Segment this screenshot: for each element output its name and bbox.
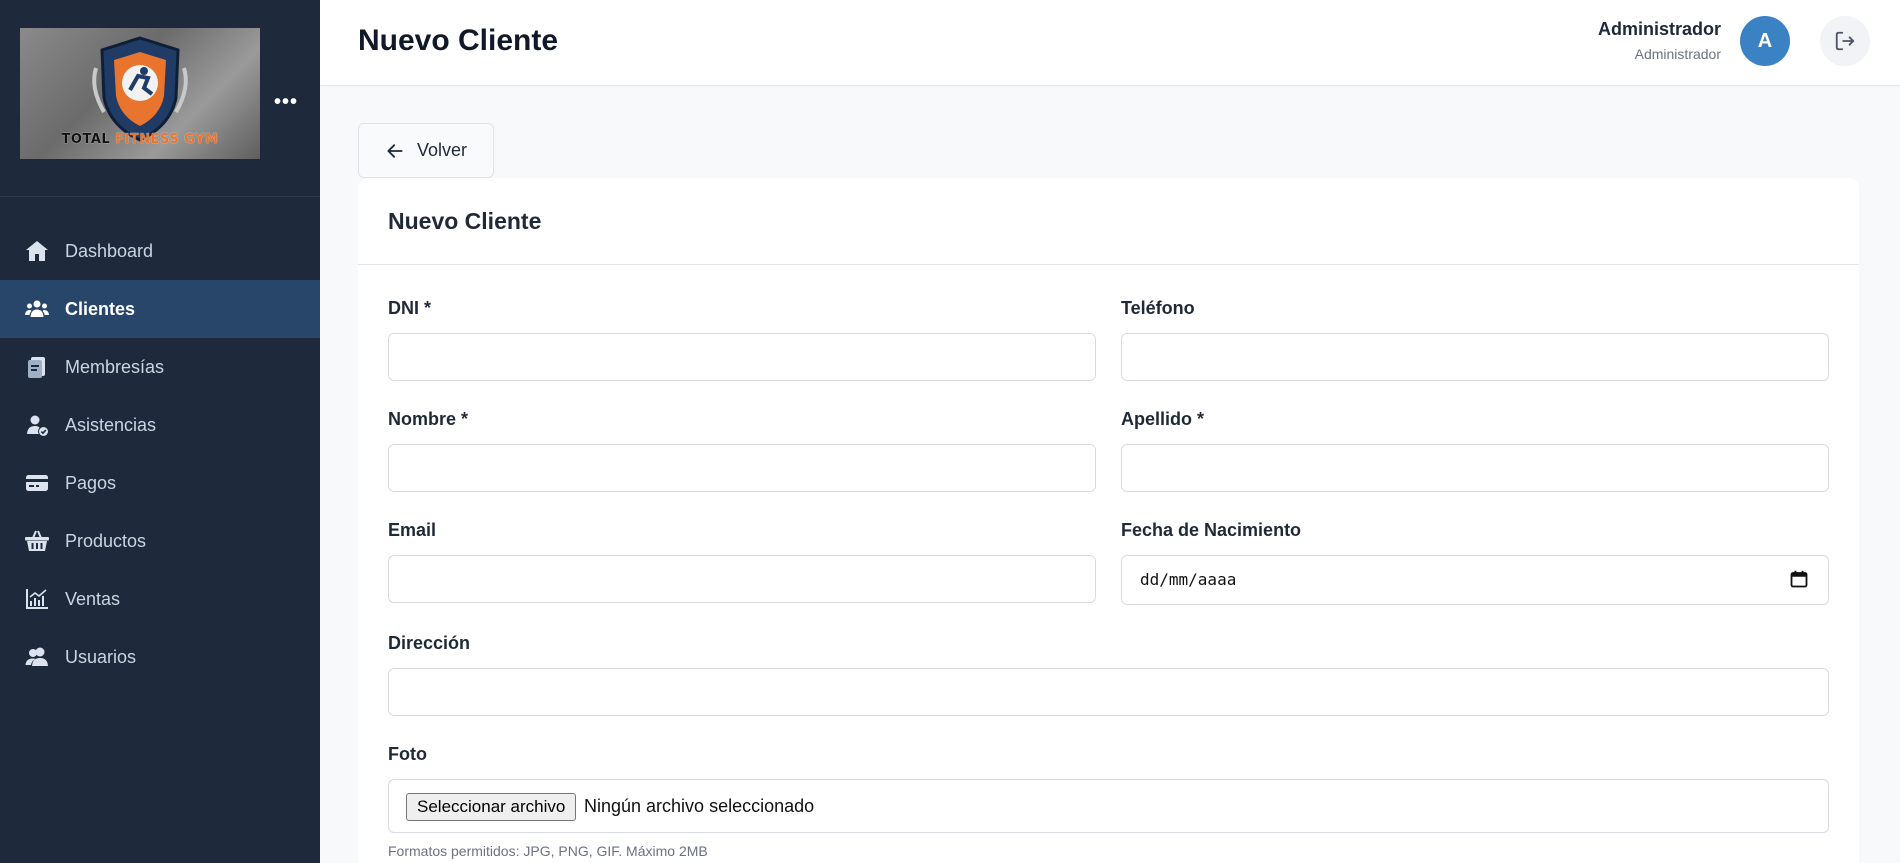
more-options-icon[interactable]: •••: [274, 92, 297, 112]
form-title: Nuevo Cliente: [388, 207, 542, 234]
logout-button[interactable]: [1820, 16, 1870, 66]
calendar-icon[interactable]: [1790, 570, 1808, 588]
card-header: Nuevo Cliente: [358, 178, 1859, 265]
dni-label: DNI *: [388, 298, 432, 318]
foto-file-input[interactable]: Seleccionar archivo Ningún archivo selec…: [388, 779, 1829, 833]
fecha-nacimiento-input[interactable]: dd/mm/aaaa: [1121, 555, 1829, 605]
sidebar-item-label: Asistencias: [65, 414, 157, 435]
logo-text: TOTAL FITNESS GYM: [61, 132, 219, 147]
direccion-input[interactable]: [388, 668, 1829, 716]
top-header: Nuevo Cliente Administrador Administrado…: [320, 0, 1900, 86]
sidebar-item-membresias[interactable]: Membresías: [0, 338, 320, 396]
avatar[interactable]: A: [1740, 16, 1790, 66]
sidebar-item-label: Membresías: [65, 356, 165, 377]
sidebar-item-clientes[interactable]: Clientes: [0, 280, 320, 338]
user-name: Administrador: [1597, 19, 1721, 39]
date-placeholder: dd/mm/aaaa: [1140, 570, 1237, 589]
sidebar-item-pagos[interactable]: Pagos: [0, 454, 320, 512]
sidebar-item-dashboard[interactable]: Dashboard: [0, 222, 320, 280]
sidebar-item-productos[interactable]: Productos: [0, 512, 320, 570]
credit-card-icon: [24, 470, 50, 496]
sidebar-item-ventas[interactable]: Ventas: [0, 570, 320, 628]
user-info: Administrador Administrador: [1598, 19, 1721, 62]
arrow-left-icon: [387, 143, 403, 158]
logo-area: TOTAL FITNESS GYM •••: [0, 0, 320, 197]
logout-icon: [1835, 31, 1855, 51]
user-role: Administrador: [1634, 46, 1721, 62]
sidebar-item-label: Clientes: [65, 298, 136, 319]
foto-help-text: Formatos permitidos: JPG, PNG, GIF. Máxi…: [388, 843, 708, 859]
nombre-label: Nombre *: [388, 409, 469, 429]
sidebar-item-label: Usuarios: [65, 646, 137, 667]
back-button[interactable]: Volver: [358, 123, 494, 178]
sidebar-item-label: Pagos: [65, 472, 117, 493]
dni-input[interactable]: [388, 333, 1096, 381]
email-input[interactable]: [388, 555, 1096, 603]
nombre-input[interactable]: [388, 444, 1096, 492]
users-icon: [24, 296, 50, 322]
home-icon: [24, 238, 50, 264]
telefono-label: Teléfono: [1121, 298, 1195, 318]
file-status-text: Ningún archivo seleccionado: [584, 796, 815, 816]
sidebar-item-label: Ventas: [65, 588, 121, 609]
fecha-nacimiento-label: Fecha de Nacimiento: [1121, 520, 1302, 540]
gym-logo: TOTAL FITNESS GYM: [20, 28, 260, 159]
select-file-button[interactable]: Seleccionar archivo: [406, 793, 577, 821]
sidebar-item-label: Productos: [65, 530, 147, 551]
chart-line-icon: [24, 586, 50, 612]
basket-icon: [24, 528, 50, 554]
back-button-label: Volver: [416, 140, 468, 160]
sidebar: TOTAL FITNESS GYM ••• Dashboard Clientes…: [0, 0, 320, 863]
page-title: Nuevo Cliente: [358, 24, 559, 57]
direccion-label: Dirección: [388, 633, 471, 653]
user-group-icon: [24, 644, 50, 670]
sidebar-item-asistencias[interactable]: Asistencias: [0, 396, 320, 454]
new-client-form: Nuevo Cliente DNI * Teléfono Nombre * Ap…: [358, 178, 1859, 863]
sidebar-item-label: Dashboard: [65, 240, 154, 261]
sidebar-item-usuarios[interactable]: Usuarios: [0, 628, 320, 686]
user-check-icon: [24, 412, 50, 438]
card-stack-icon: [24, 354, 50, 380]
apellido-input[interactable]: [1121, 444, 1829, 492]
foto-label: Foto: [388, 744, 427, 764]
apellido-label: Apellido *: [1121, 409, 1205, 429]
sidebar-nav: Dashboard Clientes Membresías Asistencia…: [0, 222, 320, 686]
email-label: Email: [388, 520, 437, 540]
telefono-input[interactable]: [1121, 333, 1829, 381]
